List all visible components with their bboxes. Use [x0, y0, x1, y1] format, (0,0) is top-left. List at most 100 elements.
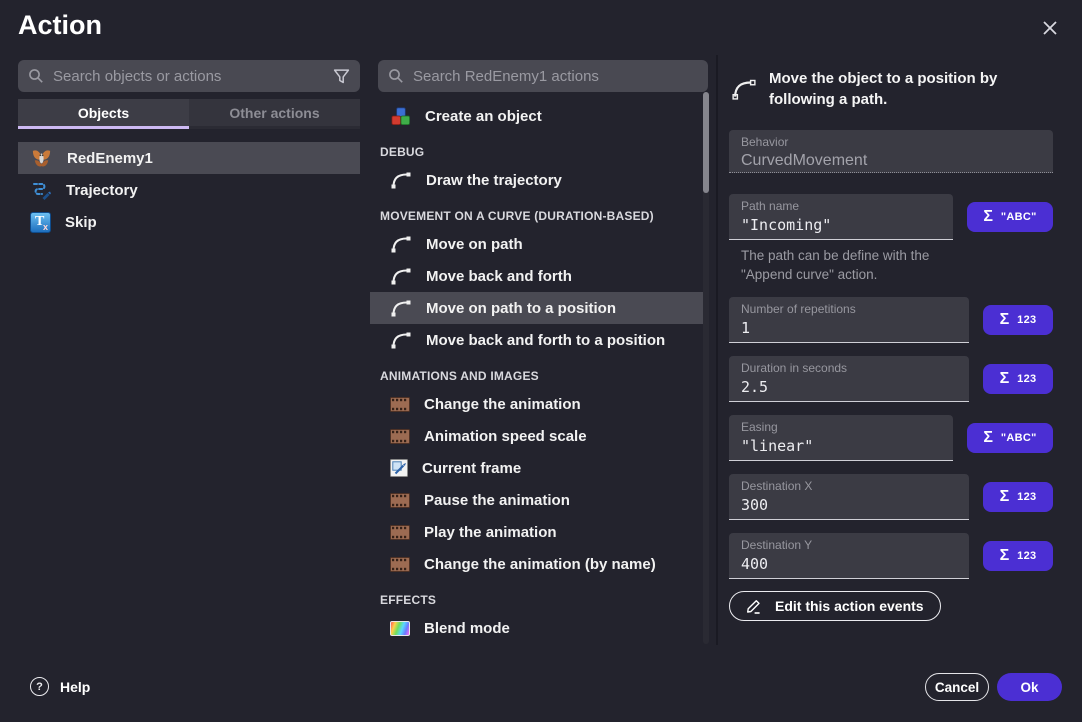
actions-list-scrollbar-thumb[interactable]	[703, 92, 709, 193]
curve-icon	[390, 170, 412, 190]
ok-button[interactable]: Ok	[997, 673, 1062, 701]
action-row-draw-the-trajectory[interactable]: Draw the trajectory	[370, 164, 707, 196]
expression-editor-button-123[interactable]: Σ 123	[983, 541, 1053, 571]
tab-other-actions[interactable]: Other actions	[189, 99, 360, 129]
cancel-button[interactable]: Cancel	[925, 673, 989, 701]
help-icon: ?	[30, 677, 49, 696]
path-name-helper-text: The path can be define with the "Append …	[741, 246, 973, 284]
easing-field[interactable]: Easing "linear"	[729, 415, 953, 461]
field-label: Duration in seconds	[741, 361, 957, 375]
expression-type-label: "ABC"	[1001, 432, 1037, 444]
action-row-move-on-path[interactable]: Move on path	[370, 228, 707, 260]
field-row-number-of-repetitions: Number of repetitions 1 Σ 123	[729, 297, 1053, 343]
action-row-animation-speed-scale[interactable]: Animation speed scale	[370, 420, 707, 452]
expression-editor-button-123[interactable]: Σ 123	[983, 305, 1053, 335]
action-label: Change the animation (by name)	[424, 556, 656, 573]
field-row-duration-in-seconds: Duration in seconds 2.5 Σ 123	[729, 356, 1053, 402]
destination-x-field[interactable]: Destination X 300	[729, 474, 969, 520]
close-button[interactable]	[1036, 14, 1064, 42]
action-label: Blend mode	[424, 620, 510, 637]
expression-editor-button-abc[interactable]: Σ "ABC"	[967, 423, 1053, 453]
number-of-repetitions-field[interactable]: Number of repetitions 1	[729, 297, 969, 343]
field-value[interactable]: "linear"	[741, 437, 941, 455]
field-label: Easing	[741, 420, 941, 434]
edit-action-events-button[interactable]: Edit this action events	[729, 591, 941, 621]
path-name-field[interactable]: Path name "Incoming"	[729, 194, 953, 240]
sigma-icon: Σ	[983, 430, 993, 446]
action-row-play-the-animation[interactable]: Play the animation	[370, 516, 707, 548]
cubes-icon	[390, 106, 411, 127]
action-description: Move the object to a position by followi…	[731, 68, 1055, 110]
duration-in-seconds-field[interactable]: Duration in seconds 2.5	[729, 356, 969, 402]
field-value: CurvedMovement	[741, 152, 1041, 170]
object-row-redenemy1[interactable]: RedEnemy1	[18, 142, 360, 174]
panel-divider	[716, 55, 718, 645]
action-row-create-an-object[interactable]: Create an object	[370, 100, 707, 132]
behavior-field: Behavior CurvedMovement	[729, 130, 1053, 173]
field-row-destination-x: Destination X 300 Σ 123	[729, 474, 1053, 520]
objects-search-input[interactable]	[53, 68, 324, 85]
action-label: Create an object	[425, 108, 542, 125]
action-row-change-the-animation-by-name[interactable]: Change the animation (by name)	[370, 548, 707, 580]
expression-editor-button-123[interactable]: Σ 123	[983, 482, 1053, 512]
expression-editor-button-abc[interactable]: Σ "ABC"	[967, 202, 1053, 232]
object-row-skip[interactable]: Tx Skip	[18, 206, 360, 238]
expression-type-label: 123	[1017, 373, 1036, 385]
field-row-easing: Easing "linear" Σ "ABC"	[729, 415, 1053, 461]
section-label: DEBUG	[380, 145, 424, 159]
expression-type-label: "ABC"	[1001, 211, 1037, 223]
close-icon	[1041, 19, 1059, 37]
object-label: Skip	[65, 214, 97, 231]
field-value[interactable]: 300	[741, 496, 957, 514]
help-label: Help	[60, 679, 90, 695]
action-row-blend-mode[interactable]: Blend mode	[370, 612, 707, 644]
curve-icon	[390, 330, 412, 350]
action-label: Animation speed scale	[424, 428, 587, 445]
field-label: Path name	[741, 199, 941, 213]
actions-search-input[interactable]	[413, 68, 698, 85]
curve-icon	[731, 68, 757, 110]
action-description-text: Move the object to a position by followi…	[769, 68, 1055, 110]
tab-objects[interactable]: Objects	[18, 99, 189, 129]
actions-list: Create an object DEBUG Draw the trajecto…	[370, 100, 707, 644]
section-label: EFFECTS	[380, 593, 436, 607]
expression-editor-button-123[interactable]: Σ 123	[983, 364, 1053, 394]
field-value[interactable]: 1	[741, 319, 957, 337]
sigma-icon: Σ	[1000, 312, 1010, 328]
field-value[interactable]: 400	[741, 555, 957, 573]
dialog-title: Action	[18, 10, 102, 41]
expression-type-label: 123	[1017, 550, 1036, 562]
action-row-change-the-animation[interactable]: Change the animation	[370, 388, 707, 420]
objects-search-bar	[18, 60, 360, 92]
section-label: MOVEMENT ON A CURVE (DURATION-BASED)	[380, 209, 654, 223]
action-label: Current frame	[422, 460, 521, 477]
help-button[interactable]: ? Help	[30, 677, 90, 696]
object-row-trajectory[interactable]: Trajectory	[18, 174, 360, 206]
destination-y-field[interactable]: Destination Y 400	[729, 533, 969, 579]
film-strip-icon	[390, 557, 410, 572]
action-row-current-frame[interactable]: Current frame	[370, 452, 707, 484]
pencil-icon	[746, 598, 764, 614]
blend-mode-icon	[390, 621, 410, 636]
section-label: ANIMATIONS AND IMAGES	[380, 369, 539, 383]
tab-objects-label: Objects	[78, 105, 129, 121]
object-label: Trajectory	[66, 182, 138, 199]
action-label: Pause the animation	[424, 492, 570, 509]
field-value[interactable]: 2.5	[741, 378, 957, 396]
action-row-move-back-and-forth[interactable]: Move back and forth	[370, 260, 707, 292]
edit-action-events-label: Edit this action events	[775, 598, 924, 614]
action-row-pause-the-animation[interactable]: Pause the animation	[370, 484, 707, 516]
action-row-move-on-path-to-a-position[interactable]: Move on path to a position	[370, 292, 707, 324]
search-icon	[388, 68, 404, 84]
film-strip-icon	[390, 397, 410, 412]
section-header-animations-and-images: ANIMATIONS AND IMAGES	[370, 356, 707, 388]
field-label: Destination X	[741, 479, 957, 493]
search-icon	[28, 68, 44, 84]
field-value[interactable]: "Incoming"	[741, 216, 941, 234]
section-header-debug: DEBUG	[370, 132, 707, 164]
section-header-effects: EFFECTS	[370, 580, 707, 612]
text-object-subglyph: x	[43, 222, 48, 232]
action-label: Move on path	[426, 236, 523, 253]
action-row-move-back-and-forth-to-a-position[interactable]: Move back and forth to a position	[370, 324, 707, 356]
filter-icon[interactable]	[333, 68, 350, 85]
